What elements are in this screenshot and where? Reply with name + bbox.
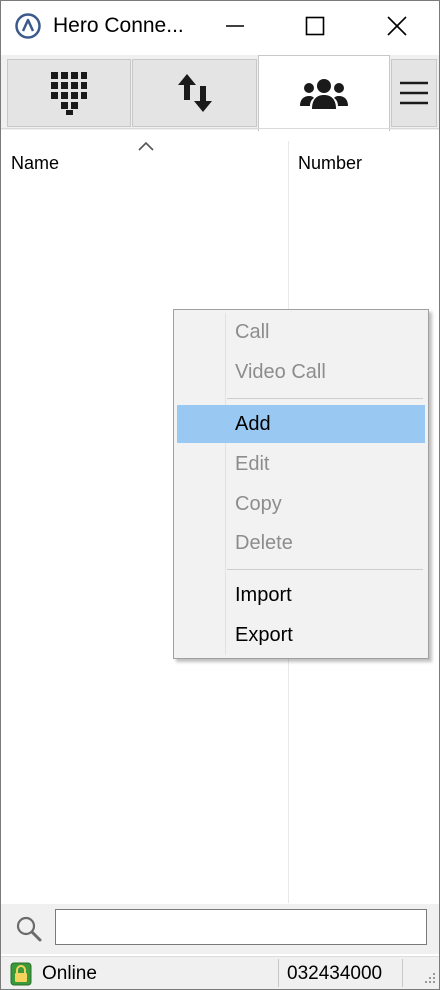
menu-item-add[interactable]	[177, 405, 425, 443]
status-text: Online	[42, 963, 97, 984]
caret-up-icon	[138, 141, 154, 151]
hamburger-menu-icon	[400, 81, 428, 105]
menu-item-call[interactable]	[177, 313, 425, 351]
close-icon	[387, 16, 407, 36]
status-separator	[402, 959, 403, 987]
menu-item-import[interactable]	[177, 576, 425, 614]
online-status-icon	[10, 962, 32, 986]
search-icon	[16, 916, 42, 942]
menu-separator	[227, 398, 423, 399]
menu-item-edit-label: Edit	[235, 453, 270, 475]
column-header-number[interactable]: Number	[298, 153, 362, 174]
contacts-group-icon	[300, 78, 348, 109]
menu-item-copy-label: Copy	[235, 493, 282, 515]
tab-transfer[interactable]	[132, 59, 257, 127]
resize-grip-icon[interactable]	[421, 969, 437, 985]
tab-contacts[interactable]	[258, 55, 390, 131]
menu-item-edit[interactable]	[177, 445, 425, 483]
maximize-icon	[305, 16, 325, 36]
menu-item-copy[interactable]	[177, 485, 425, 523]
menu-item-call-label: Call	[235, 321, 270, 343]
menu-item-import-label: Import	[235, 584, 292, 606]
transfer-arrows-icon	[177, 74, 212, 112]
search-input[interactable]	[55, 909, 427, 945]
window-title: Hero Conne...	[53, 14, 184, 37]
column-header-name[interactable]: Name	[11, 153, 59, 174]
menu-item-delete-label: Delete	[235, 532, 293, 554]
maximize-button[interactable]	[275, 1, 355, 51]
menu-button[interactable]	[391, 59, 437, 127]
list-header	[1, 141, 439, 185]
dialpad-icon	[51, 72, 87, 115]
menu-item-export[interactable]	[177, 616, 425, 654]
toolbar-divider	[1, 128, 439, 129]
minimize-icon	[226, 25, 244, 27]
app-logo-icon	[15, 13, 41, 39]
menu-item-delete[interactable]	[177, 524, 425, 562]
menu-item-export-label: Export	[235, 624, 293, 646]
title-bar[interactable]: Hero Conne...	[1, 1, 439, 51]
menu-item-video-call-label: Video Call	[235, 361, 326, 383]
menu-item-add-label: Add	[235, 413, 271, 435]
close-button[interactable]	[357, 1, 437, 51]
status-separator	[278, 959, 279, 987]
toolbar	[1, 55, 439, 131]
app-window: Hero Conne... Name Number Online 0324340…	[0, 0, 440, 990]
minimize-button[interactable]	[195, 1, 275, 51]
status-number: 032434000	[287, 963, 383, 984]
menu-separator	[227, 569, 423, 570]
tab-dialpad[interactable]	[7, 59, 131, 127]
